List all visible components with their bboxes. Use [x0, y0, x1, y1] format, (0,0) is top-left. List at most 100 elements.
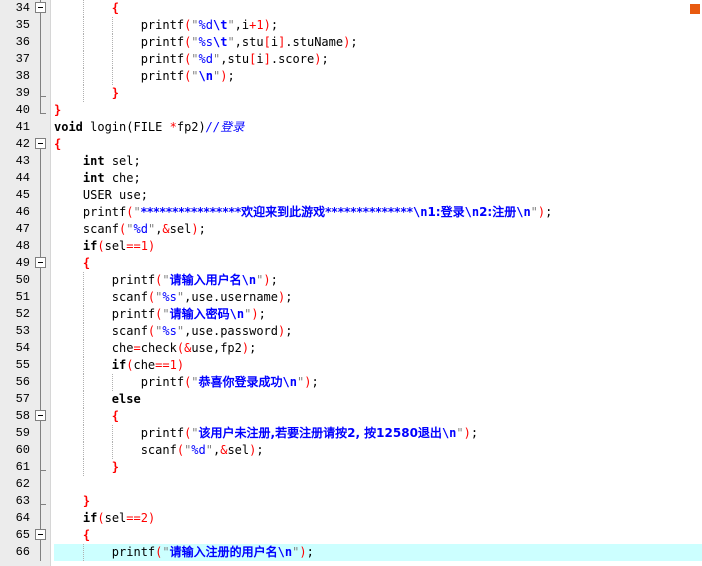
token-t2: 1:登录 — [427, 205, 465, 219]
token-f1: %s — [162, 290, 177, 304]
code-line[interactable]: 41 void login(FILE *fp2)//登录 — [0, 119, 702, 136]
code-text[interactable]: printf("%s\t",stu[i].stuName); — [54, 34, 702, 51]
code-line[interactable]: 65 { — [0, 527, 702, 544]
code-line[interactable]: 59 printf("该用户未注册,若要注册请按2, 按12580退出\n"); — [0, 425, 702, 442]
code-text[interactable]: printf("\n"); — [54, 68, 702, 85]
fold-line — [34, 289, 48, 306]
code-line[interactable]: 61 } — [0, 459, 702, 476]
code-line[interactable]: 35 printf("%d\t",i+1); — [0, 17, 702, 34]
code-text[interactable]: } — [54, 102, 702, 119]
code-text[interactable]: printf("****************欢迎来到此游戏*********… — [54, 204, 702, 221]
code-text[interactable]: scanf("%d",&sel); — [54, 221, 702, 238]
fold-collapse-icon[interactable] — [34, 255, 48, 272]
token-s1: " — [162, 273, 170, 287]
line-number: 42 — [15, 137, 30, 151]
code-text[interactable]: } — [54, 459, 702, 476]
code-line[interactable]: 49 { — [0, 255, 702, 272]
code-line[interactable]: 51 scanf("%s",use.username); — [0, 289, 702, 306]
code-line[interactable]: 62 — [0, 476, 702, 493]
code-text[interactable]: printf("请输入注册的用户名\n"); — [54, 544, 702, 561]
code-line[interactable]: 66 printf("请输入注册的用户名\n"); — [0, 544, 702, 561]
code-line[interactable]: 53 scanf("%s",use.password); — [0, 323, 702, 340]
fold-line — [34, 442, 48, 459]
fold-line — [34, 476, 48, 493]
token-s1: " — [133, 205, 141, 219]
fold-collapse-icon[interactable] — [34, 408, 48, 425]
code-line[interactable]: 60 scanf("%d",&sel); — [0, 442, 702, 459]
code-text[interactable]: { — [54, 527, 702, 544]
code-text[interactable]: scanf("%d",&sel); — [54, 442, 702, 459]
code-text[interactable]: { — [54, 0, 702, 17]
code-line[interactable]: 40} — [0, 102, 702, 119]
code-text[interactable]: if(sel==2) — [54, 510, 702, 527]
token-sc: ; — [270, 18, 279, 32]
overview-ruler-marker[interactable] — [690, 4, 700, 14]
code-line[interactable]: 58 { — [0, 408, 702, 425]
code-text[interactable]: printf("请输入用户名\n"); — [54, 272, 702, 289]
code-line[interactable]: 48 if(sel==1) — [0, 238, 702, 255]
line-number: 41 — [15, 120, 30, 134]
code-text[interactable]: } — [54, 85, 702, 102]
code-line[interactable]: 46 printf("****************欢迎来到此游戏******… — [0, 204, 702, 221]
indent-guide — [82, 34, 84, 51]
code-text[interactable]: scanf("%s",use.password); — [54, 323, 702, 340]
code-line[interactable]: 39 } — [0, 85, 702, 102]
code-text[interactable]: printf("%d",stu[i].score); — [54, 51, 702, 68]
code-line[interactable]: 57 else — [0, 391, 702, 408]
token-v1: use.username — [191, 290, 279, 304]
code-text[interactable] — [54, 476, 702, 493]
line-number: 44 — [15, 171, 30, 185]
code-line[interactable]: 36 printf("%s\t",stu[i].stuName); — [0, 34, 702, 51]
code-line[interactable]: 63 } — [0, 493, 702, 510]
code-line[interactable]: 52 printf("请输入密码\n"); — [0, 306, 702, 323]
code-text[interactable]: printf("请输入密码\n"); — [54, 306, 702, 323]
code-text[interactable]: che=check(&use,fp2); — [54, 340, 702, 357]
token-s2: " — [227, 18, 235, 32]
code-line[interactable]: 37 printf("%d",stu[i].score); — [0, 51, 702, 68]
token-kw: void — [54, 120, 83, 134]
code-line[interactable]: 45 USER use; — [0, 187, 702, 204]
code-line[interactable]: 44 int che; — [0, 170, 702, 187]
code-line[interactable]: 50 printf("请输入用户名\n"); — [0, 272, 702, 289]
fold-collapse-icon[interactable] — [34, 0, 48, 17]
fold-collapse-icon[interactable] — [34, 527, 48, 544]
token-p1: ( — [176, 443, 185, 457]
code-line[interactable]: 54 che=check(&use,fp2); — [0, 340, 702, 357]
token-rest: sel; — [104, 154, 141, 168]
token-sc: ; — [285, 290, 293, 304]
code-text[interactable]: int che; — [54, 170, 702, 187]
token-p2: ) — [299, 545, 307, 559]
code-text[interactable]: scanf("%s",use.username); — [54, 289, 702, 306]
line-number: 59 — [15, 426, 30, 440]
code-line[interactable]: 42 { — [0, 136, 702, 153]
code-text[interactable]: { — [54, 136, 702, 153]
code-text[interactable]: if(sel==1) — [54, 238, 702, 255]
code-line[interactable]: 38 printf("\n"); — [0, 68, 702, 85]
token-sc: ; — [306, 545, 314, 559]
code-line[interactable]: 43 int sel; — [0, 153, 702, 170]
token-fn: printf — [82, 205, 127, 219]
code-line[interactable]: 47 scanf("%d",&sel); — [0, 221, 702, 238]
code-text[interactable]: { — [54, 408, 702, 425]
token-s1: " — [191, 375, 199, 389]
code-text[interactable]: printf("%d\t",i+1); — [54, 17, 702, 34]
code-text[interactable]: { — [54, 255, 702, 272]
code-text[interactable]: USER use; — [54, 187, 702, 204]
fold-collapse-icon[interactable] — [34, 136, 48, 153]
token-v1: stu — [227, 52, 250, 66]
code-text[interactable]: } — [54, 493, 702, 510]
code-text[interactable]: printf("恭喜你登录成功\n"); — [54, 374, 702, 391]
code-text[interactable]: int sel; — [54, 153, 702, 170]
code-line[interactable]: 34 { — [0, 0, 702, 17]
token-s2: " — [456, 426, 464, 440]
line-number: 65 — [15, 528, 30, 542]
code-line[interactable]: 64 if(sel==2) — [0, 510, 702, 527]
code-editor[interactable]: 34 {35 printf("%d\t",i+1); 36 printf("%s\… — [0, 0, 702, 566]
code-text[interactable]: if(che==1) — [54, 357, 702, 374]
line-number: 45 — [15, 188, 30, 202]
code-line[interactable]: 56 printf("恭喜你登录成功\n"); — [0, 374, 702, 391]
code-text[interactable]: else — [54, 391, 702, 408]
code-text[interactable]: printf("该用户未注册,若要注册请按2, 按12580退出\n"); — [54, 425, 702, 442]
code-text[interactable]: void login(FILE *fp2)//登录 — [54, 119, 702, 136]
code-line[interactable]: 55 if(che==1) — [0, 357, 702, 374]
